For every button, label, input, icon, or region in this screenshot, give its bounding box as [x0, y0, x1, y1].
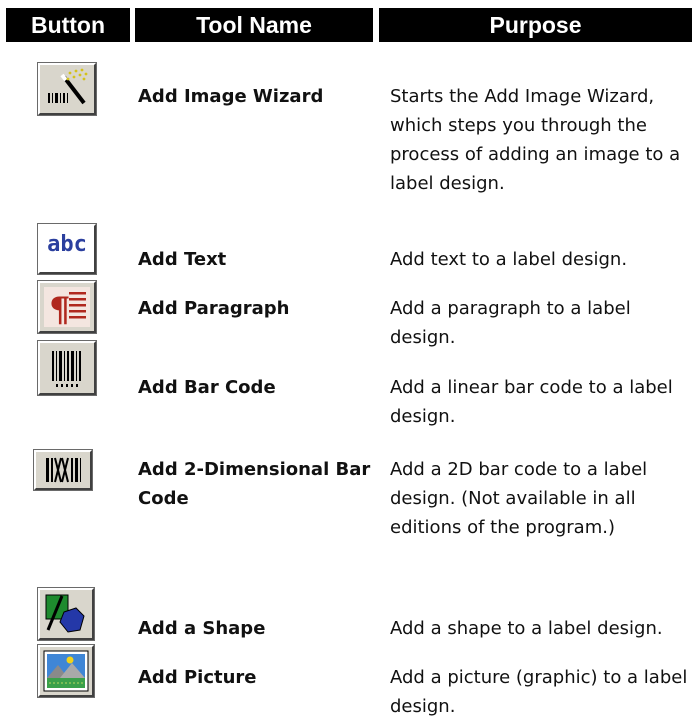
2d-barcode-icon[interactable] — [33, 449, 93, 491]
purpose-add-text: Add text to a label design. — [390, 249, 628, 270]
header-tool-name: Tool Name — [135, 8, 373, 42]
purpose-add-image-wizard: Starts the Add Image Wizard, which steps… — [390, 86, 681, 194]
svg-text:¶: ¶ — [49, 290, 71, 330]
header-button: Button — [6, 8, 130, 42]
tool-name-add-a-shape: Add a Shape — [138, 618, 266, 639]
purpose-add-bar-code: Add a linear bar code to a label design. — [390, 377, 673, 427]
tool-name-add-picture: Add Picture — [138, 667, 257, 688]
tool-name-add-text: Add Text — [138, 249, 227, 270]
tool-name-add-2d-bar-code: Add 2-Dimensional Bar Code — [138, 459, 371, 509]
purpose-add-picture: Add a picture (graphic) to a label desig… — [390, 667, 688, 717]
paragraph-icon[interactable]: ¶ — [37, 280, 97, 334]
barcode-icon[interactable] — [37, 340, 97, 396]
purpose-add-2d-bar-code: Add a 2D bar code to a label design. (No… — [390, 459, 648, 538]
purpose-add-a-shape: Add a shape to a label design. — [390, 618, 663, 639]
shape-icon[interactable] — [37, 587, 95, 641]
purpose-add-paragraph: Add a paragraph to a label design. — [390, 298, 631, 348]
abc-icon-text: abc — [47, 232, 87, 257]
header-purpose: Purpose — [379, 8, 692, 42]
magic-wand-icon[interactable] — [37, 62, 97, 116]
tool-name-add-bar-code: Add Bar Code — [138, 377, 276, 398]
picture-icon[interactable] — [37, 644, 95, 698]
tool-name-add-paragraph: Add Paragraph — [138, 298, 290, 319]
abc-text-icon[interactable]: abc — [37, 223, 97, 275]
tool-name-add-image-wizard: Add Image Wizard — [138, 86, 324, 107]
